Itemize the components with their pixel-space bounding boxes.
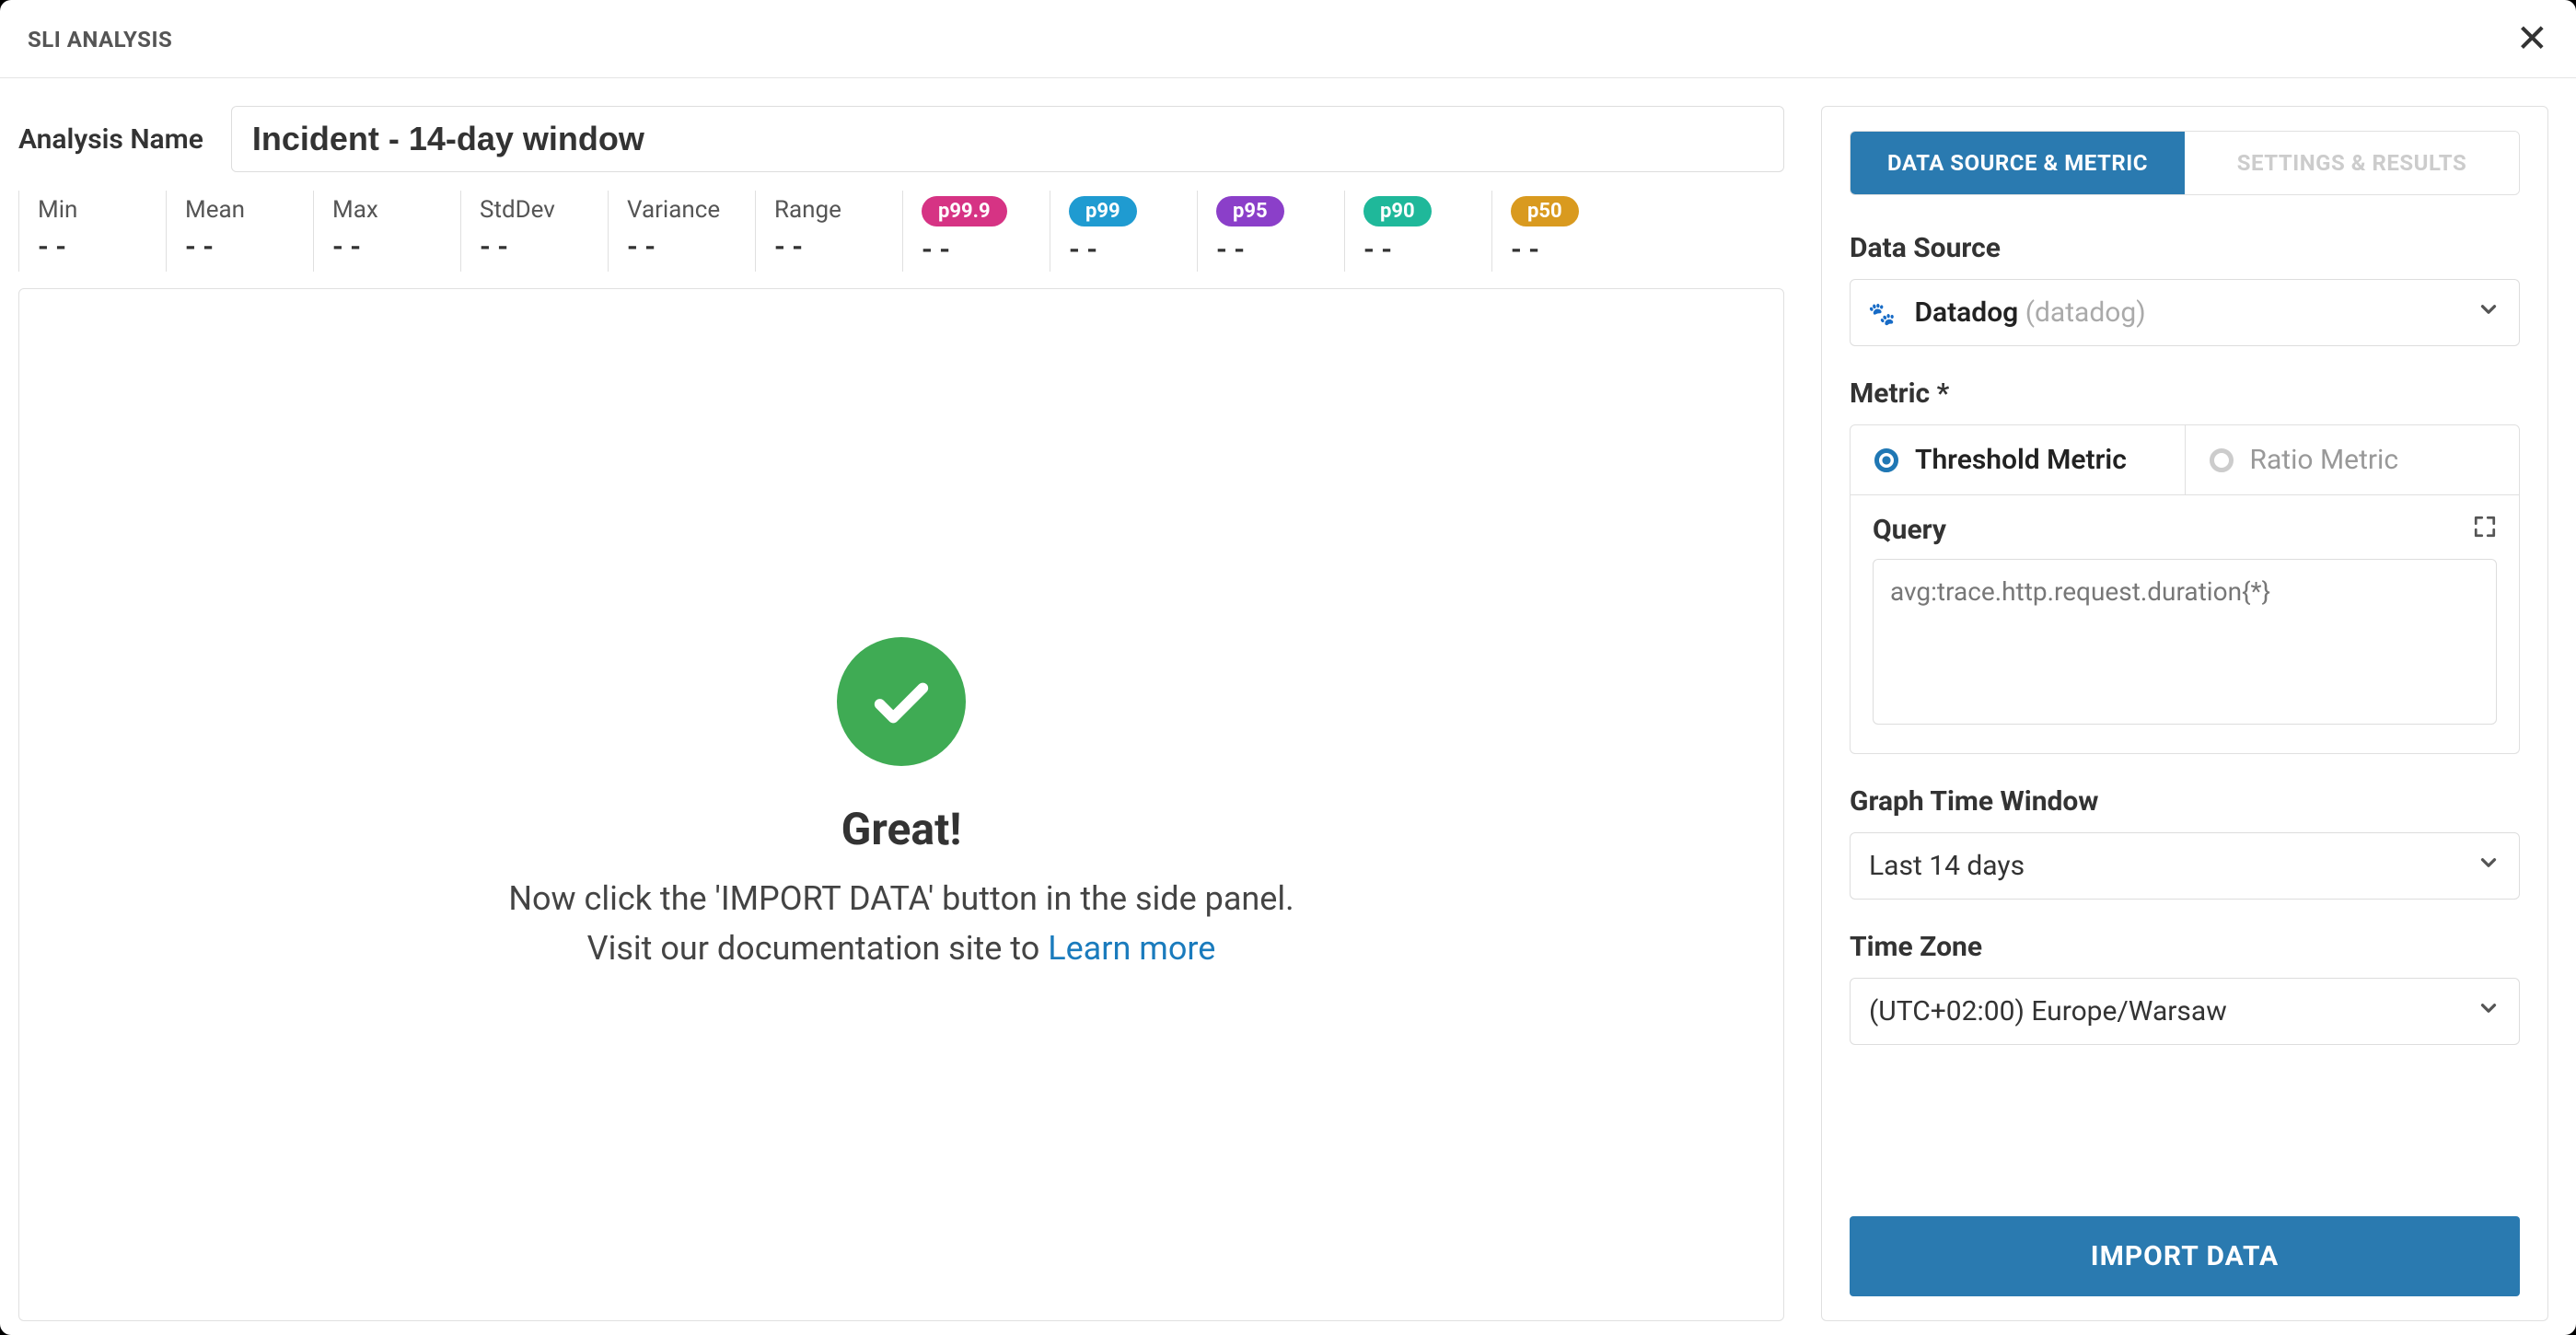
percentile-pill: p95: [1216, 196, 1284, 226]
chart-empty-state: Great! Now click the 'IMPORT DATA' butto…: [18, 288, 1784, 1321]
stat-value: - -: [1511, 234, 1620, 266]
empty-message: Now click the 'IMPORT DATA' button in th…: [508, 874, 1294, 973]
dialog-title: SLI ANALYSIS: [28, 27, 172, 52]
stat-cell: Max - -: [313, 191, 460, 272]
stat-value: - -: [627, 231, 737, 263]
stat-value: - -: [922, 234, 1031, 266]
time-zone-select[interactable]: (UTC+02:00) Europe/Warsaw: [1850, 978, 2520, 1045]
stat-cell: p50 - -: [1491, 191, 1639, 272]
stat-value: - -: [480, 231, 589, 263]
time-window-select[interactable]: Last 14 days: [1850, 832, 2520, 900]
empty-title: Great!: [841, 803, 962, 855]
stat-value: - -: [332, 231, 442, 263]
chevron-down-icon: [2477, 296, 2501, 329]
analysis-name-input[interactable]: [231, 106, 1784, 172]
tab-data-source-metric[interactable]: DATA SOURCE & METRIC: [1851, 132, 2185, 194]
stat-cell: p95 - -: [1197, 191, 1344, 272]
expand-icon[interactable]: [2473, 515, 2497, 545]
metric-type-ratio[interactable]: Ratio Metric: [2186, 425, 2520, 494]
stat-label: StdDev: [480, 196, 589, 224]
radio-on-icon: [1874, 448, 1898, 472]
stat-label: Min: [38, 196, 147, 224]
stat-value: - -: [185, 231, 295, 263]
percentile-pill: p99: [1069, 196, 1137, 226]
stat-label: Range: [774, 196, 884, 224]
side-panel: DATA SOURCE & METRIC SETTINGS & RESULTS …: [1821, 106, 2548, 1321]
stat-value: - -: [38, 231, 147, 263]
stat-cell: Mean - -: [166, 191, 313, 272]
query-label: Query: [1873, 514, 1946, 546]
metric-label: Metric *: [1850, 377, 2520, 410]
percentile-pill: p99.9: [922, 196, 1007, 226]
stat-label: Mean: [185, 196, 295, 224]
stat-label: Max: [332, 196, 442, 224]
learn-more-link[interactable]: Learn more: [1048, 929, 1215, 968]
percentile-pill: p90: [1363, 196, 1432, 226]
time-zone-label: Time Zone: [1850, 931, 2520, 963]
import-data-button[interactable]: IMPORT DATA: [1850, 1216, 2520, 1296]
stat-cell: p90 - -: [1344, 191, 1491, 272]
stat-cell: Range - -: [755, 191, 902, 272]
datadog-icon: 🐾: [1869, 301, 1895, 327]
stat-cell: p99.9 - -: [902, 191, 1050, 272]
stat-value: - -: [1216, 234, 1326, 266]
check-circle-icon: [837, 637, 966, 766]
tab-settings-results[interactable]: SETTINGS & RESULTS: [2185, 132, 2519, 194]
dialog-header: SLI ANALYSIS ✕: [0, 0, 2576, 78]
stat-cell: p99 - -: [1050, 191, 1197, 272]
chevron-down-icon: [2477, 995, 2501, 1027]
stat-cell: StdDev - -: [460, 191, 608, 272]
chevron-down-icon: [2477, 850, 2501, 882]
analysis-name-label: Analysis Name: [18, 123, 203, 156]
stat-cell: Variance - -: [608, 191, 755, 272]
percentile-pill: p50: [1511, 196, 1579, 226]
stat-value: - -: [1363, 234, 1473, 266]
stat-value: - -: [1069, 234, 1178, 266]
side-tabs: DATA SOURCE & METRIC SETTINGS & RESULTS: [1850, 131, 2520, 195]
data-source-select[interactable]: 🐾 Datadog (datadog): [1850, 279, 2520, 346]
data-source-label: Data Source: [1850, 232, 2520, 264]
close-icon[interactable]: ✕: [2516, 20, 2548, 59]
time-window-label: Graph Time Window: [1850, 785, 2520, 818]
radio-off-icon: [2210, 448, 2234, 472]
stats-row: Min- -Mean- -Max- -StdDev- -Variance- -R…: [18, 191, 1784, 272]
stat-label: Variance: [627, 196, 737, 224]
stat-cell: Min - -: [18, 191, 166, 272]
stat-value: - -: [774, 231, 884, 263]
metric-type-threshold[interactable]: Threshold Metric: [1851, 425, 2186, 494]
query-input[interactable]: [1873, 559, 2497, 725]
